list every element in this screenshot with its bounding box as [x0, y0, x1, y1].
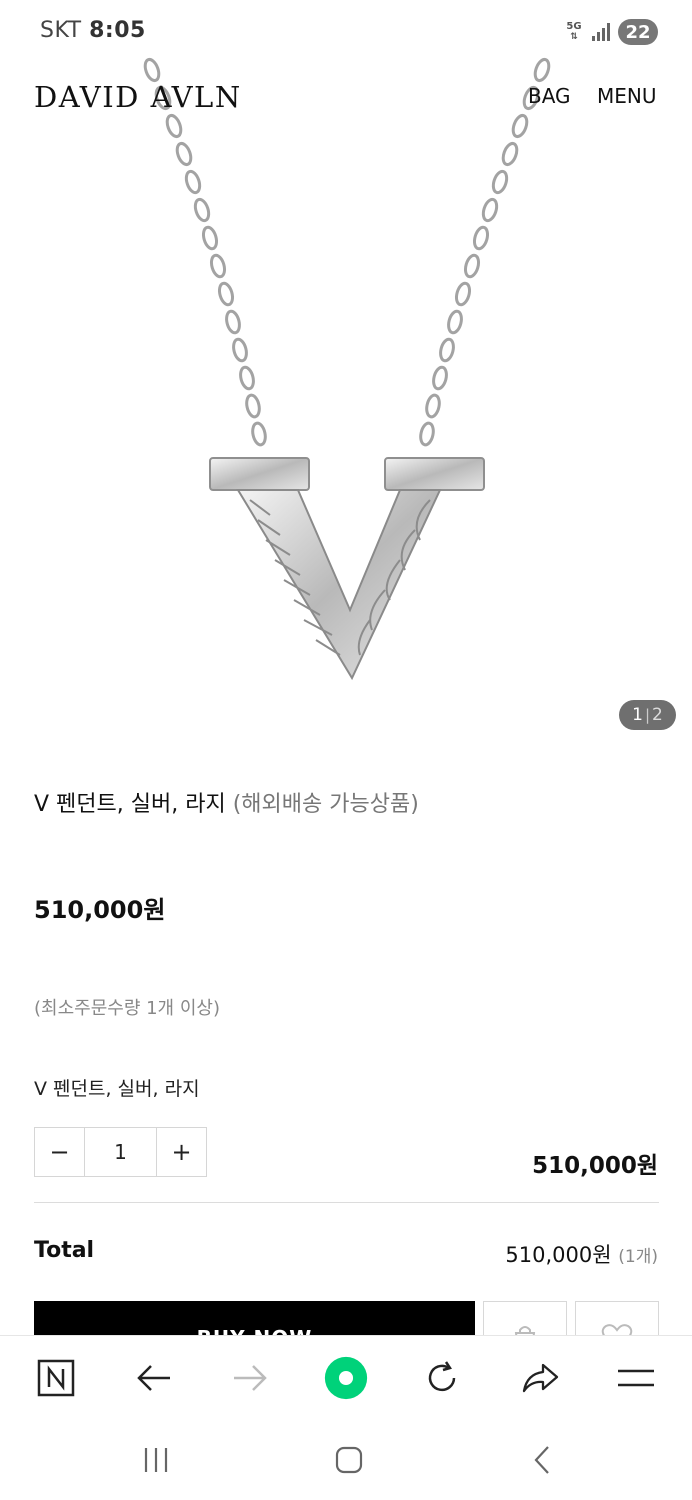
increase-quantity-button[interactable]: + [157, 1128, 206, 1176]
menu-link[interactable]: MENU [597, 84, 657, 108]
quantity-input[interactable] [84, 1128, 157, 1176]
total-label: Total [34, 1238, 95, 1263]
share-icon[interactable] [518, 1356, 562, 1400]
system-navigation-bar [0, 1420, 692, 1500]
status-time: 8:05 [89, 18, 146, 43]
bag-link[interactable]: BAG [528, 84, 571, 108]
total-amount: 510,000원 [505, 1243, 612, 1267]
option-name: V 펜던트, 실버, 라지 [34, 1078, 200, 1100]
status-carrier: SKT 8:05 [40, 18, 146, 43]
product-price: 510,000원 [34, 896, 166, 924]
back-arrow-icon[interactable] [132, 1356, 176, 1400]
total-count: (1개) [618, 1247, 658, 1267]
network-label: 5G [566, 21, 582, 32]
product-name: V 펜던트, 실버, 라지 [34, 792, 226, 817]
quantity-stepper: − + [34, 1127, 207, 1177]
option-price: 510,000원 [532, 1153, 658, 1179]
carrier-name: SKT [40, 18, 82, 43]
status-indicators: 5G ⇅ 22 [564, 18, 658, 46]
divider [34, 1202, 659, 1203]
image-counter: 1 | 2 [619, 700, 676, 730]
shipping-note: (해외배송 가능상품) [232, 792, 419, 817]
decrease-quantity-button[interactable]: − [35, 1128, 84, 1176]
forward-arrow-icon[interactable] [228, 1356, 272, 1400]
home-icon[interactable] [327, 1438, 371, 1482]
refresh-icon[interactable] [420, 1356, 464, 1400]
back-icon[interactable] [520, 1438, 564, 1482]
battery-icon: 22 [618, 19, 658, 45]
image-counter-separator: | [644, 706, 651, 724]
hamburger-menu-icon[interactable] [614, 1356, 658, 1400]
min-order-note: (최소주문수량 1개 이상) [34, 998, 220, 1019]
green-dot-icon[interactable] [324, 1356, 368, 1400]
total-value: 510,000원 (1개) [505, 1239, 658, 1269]
browser-toolbar [0, 1335, 692, 1420]
brand-logo[interactable]: DAVID AVLN [34, 80, 242, 114]
battery-level: 22 [625, 21, 651, 43]
signal-icon [592, 23, 610, 41]
image-counter-total: 2 [652, 705, 663, 725]
product-title: V 펜던트, 실버, 라지 (해외배송 가능상품) [34, 786, 419, 818]
image-counter-current: 1 [632, 705, 643, 725]
status-bar: SKT 8:05 5G ⇅ 22 [0, 0, 692, 64]
naver-home-icon[interactable] [34, 1356, 78, 1400]
recent-apps-icon[interactable] [134, 1438, 178, 1482]
network-5g-icon: 5G ⇅ [566, 21, 582, 43]
